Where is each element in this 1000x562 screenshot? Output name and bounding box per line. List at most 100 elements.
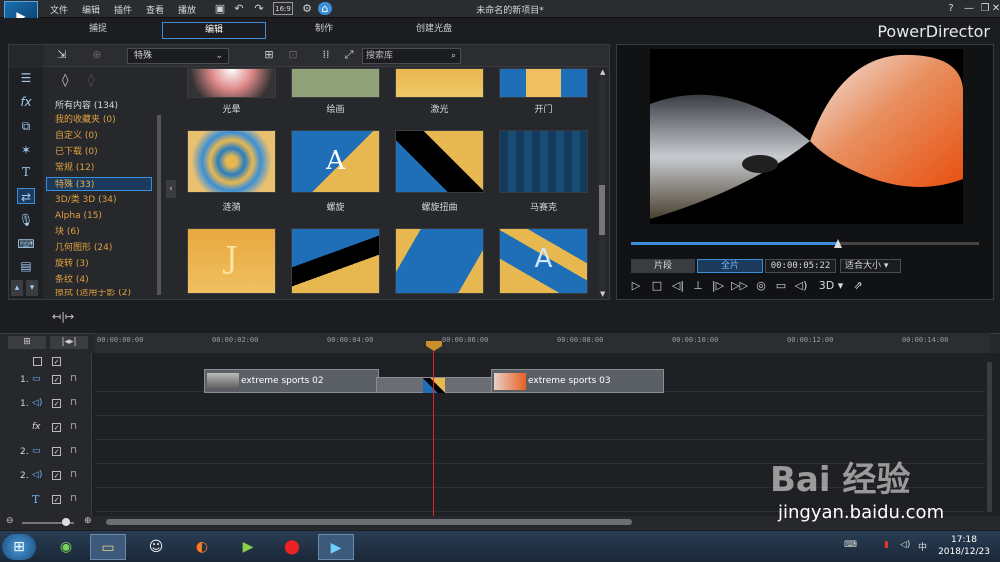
fit-timeline-icon[interactable]: ↤|↦: [52, 310, 74, 323]
expand-icon[interactable]: ⤢: [341, 48, 357, 62]
powerdirector-taskbar-icon[interactable]: ▶: [318, 534, 354, 560]
fast-forward-icon[interactable]: ▷▷: [731, 278, 748, 294]
tab-capture[interactable]: 捕捉: [46, 22, 150, 39]
menu-file[interactable]: 文件: [50, 3, 68, 16]
category-select[interactable]: 特殊 ⌄: [127, 48, 229, 64]
media-app-icon[interactable]: ▶: [230, 534, 266, 560]
lock-icon[interactable]: ⊓: [70, 470, 77, 480]
category-item[interactable]: 块 (6): [55, 225, 80, 239]
collapse-down-icon[interactable]: ▾: [26, 280, 38, 296]
start-button[interactable]: ⊞: [2, 534, 36, 560]
category-item[interactable]: 几何图形 (24): [55, 241, 112, 255]
category-item[interactable]: 3D/类 3D (34): [55, 193, 117, 207]
lock-icon[interactable]: ⊓: [70, 494, 77, 504]
track-enable-checkbox[interactable]: ✓: [52, 471, 61, 480]
add-to-timeline-icon[interactable]: ⊞: [261, 48, 277, 62]
search-input[interactable]: 搜索库 ⌕: [362, 48, 461, 64]
scroll-down-icon[interactable]: ▼: [600, 290, 605, 298]
volume-icon[interactable]: ◁): [793, 278, 809, 294]
storyboard-view-icon[interactable]: |◂▸|: [50, 336, 88, 349]
next-frame-icon[interactable]: |▷: [710, 278, 726, 294]
lock-icon[interactable]: ⊓: [70, 374, 77, 384]
scroll-up-icon[interactable]: ▲: [600, 68, 605, 76]
help-icon[interactable]: ?: [944, 2, 958, 15]
close-button[interactable]: ✕: [989, 2, 1000, 15]
transition-thumb[interactable]: [395, 228, 484, 294]
fx-room-icon[interactable]: fx: [17, 94, 35, 110]
save-icon[interactable]: ▣: [213, 2, 227, 15]
category-item[interactable]: 所有内容 (134): [55, 99, 118, 113]
category-item[interactable]: Alpha (15): [55, 209, 102, 223]
media-room-icon[interactable]: ☰: [17, 70, 35, 86]
timeline-horizontal-scrollbar[interactable]: [106, 519, 632, 525]
firefox-icon[interactable]: ◐: [184, 534, 220, 560]
lock-icon[interactable]: ⊓: [70, 422, 77, 432]
transition-thumb[interactable]: [395, 130, 484, 193]
settings-icon[interactable]: ⚙: [300, 2, 314, 15]
track-enable-checkbox[interactable]: ✓: [52, 423, 61, 432]
subtitle-icon[interactable]: ▭: [773, 278, 789, 294]
aspect-ratio-icon[interactable]: 16:9: [273, 2, 293, 15]
export-icon[interactable]: ⊡: [285, 48, 301, 62]
transition-thumb[interactable]: [499, 68, 588, 98]
video-clip[interactable]: extreme sports 02: [204, 369, 379, 393]
particle-room-icon[interactable]: ✶: [17, 142, 35, 158]
library-scrollbar[interactable]: [599, 75, 605, 295]
track-enable-checkbox[interactable]: ✓: [52, 399, 61, 408]
transition-thumb[interactable]: A: [291, 130, 380, 193]
category-item[interactable]: 条纹 (4): [55, 273, 89, 287]
globe-icon[interactable]: ⊕: [89, 48, 105, 62]
redo-icon[interactable]: ↷: [252, 2, 266, 15]
transition-thumb[interactable]: [291, 228, 380, 294]
previous-frame-icon[interactable]: ◁|: [670, 278, 686, 294]
minimize-button[interactable]: —: [962, 2, 976, 15]
language-icon[interactable]: 中: [918, 540, 927, 553]
network-icon[interactable]: ▮: [884, 540, 889, 550]
volume-tray-icon[interactable]: ◁): [900, 540, 910, 550]
category-item[interactable]: 旋转 (3): [55, 257, 89, 271]
play-icon[interactable]: ▷: [628, 278, 644, 294]
transition-thumb[interactable]: [499, 130, 588, 193]
category-item[interactable]: 擦拭 (适用于影 (2): [55, 289, 131, 298]
zoom-select[interactable]: 适合大小 ▾: [840, 259, 901, 273]
category-item[interactable]: 自定义 (0): [55, 129, 98, 143]
timecode-display[interactable]: 00:00:05:22: [765, 259, 836, 273]
tab-produce[interactable]: 制作: [272, 22, 376, 39]
collapse-up-icon[interactable]: ▴: [11, 280, 23, 296]
track-enable-checkbox[interactable]: ✓: [52, 447, 61, 456]
menu-edit[interactable]: 编辑: [82, 3, 100, 16]
undock-icon[interactable]: ⇗: [850, 278, 866, 294]
chapter-icon[interactable]: ▤: [17, 258, 35, 274]
keyboard-icon[interactable]: ⌨: [844, 540, 857, 550]
transition-clip[interactable]: [376, 377, 492, 393]
transition-thumb[interactable]: A: [499, 228, 588, 294]
zoom-out-icon[interactable]: ⊖: [6, 516, 14, 526]
zoom-in-icon[interactable]: ⊕: [84, 516, 92, 526]
voice-over-icon[interactable]: ⌨: [17, 236, 35, 252]
track-view-icon[interactable]: ⊞: [8, 336, 46, 349]
browser-360-icon[interactable]: ◉: [48, 534, 84, 560]
track-enable-checkbox[interactable]: ✓: [52, 495, 61, 504]
system-clock[interactable]: 17:18 2018/12/23: [932, 534, 996, 558]
stop-icon[interactable]: □: [649, 278, 665, 294]
tag-add-icon[interactable]: ◊: [62, 73, 68, 88]
menu-play[interactable]: 播放: [178, 3, 196, 16]
audio-mixing-icon[interactable]: 🎙: [17, 212, 35, 228]
movie-mode-button[interactable]: 全片: [697, 259, 763, 273]
zoom-slider-handle[interactable]: [62, 518, 70, 526]
file-explorer-icon[interactable]: ▭: [90, 534, 126, 560]
category-scrollbar[interactable]: [157, 115, 161, 295]
qq-icon[interactable]: ☺: [138, 534, 174, 560]
snapshot-icon[interactable]: ◎: [753, 278, 769, 294]
undo-icon[interactable]: ↶: [232, 2, 246, 15]
menu-view[interactable]: 查看: [146, 3, 164, 16]
import-icon[interactable]: ⇲: [54, 48, 70, 62]
category-item-selected[interactable]: 特殊 (33): [46, 177, 152, 191]
notification-icon[interactable]: ⌂: [318, 2, 332, 15]
collapse-panel-button[interactable]: ‹: [166, 180, 176, 198]
split-icon[interactable]: ⊥: [690, 278, 706, 294]
lock-icon[interactable]: ⊓: [70, 446, 77, 456]
transition-thumb[interactable]: J: [187, 228, 276, 294]
record-icon[interactable]: ⬤: [274, 534, 310, 560]
video-clip[interactable]: extreme sports 03: [491, 369, 664, 393]
